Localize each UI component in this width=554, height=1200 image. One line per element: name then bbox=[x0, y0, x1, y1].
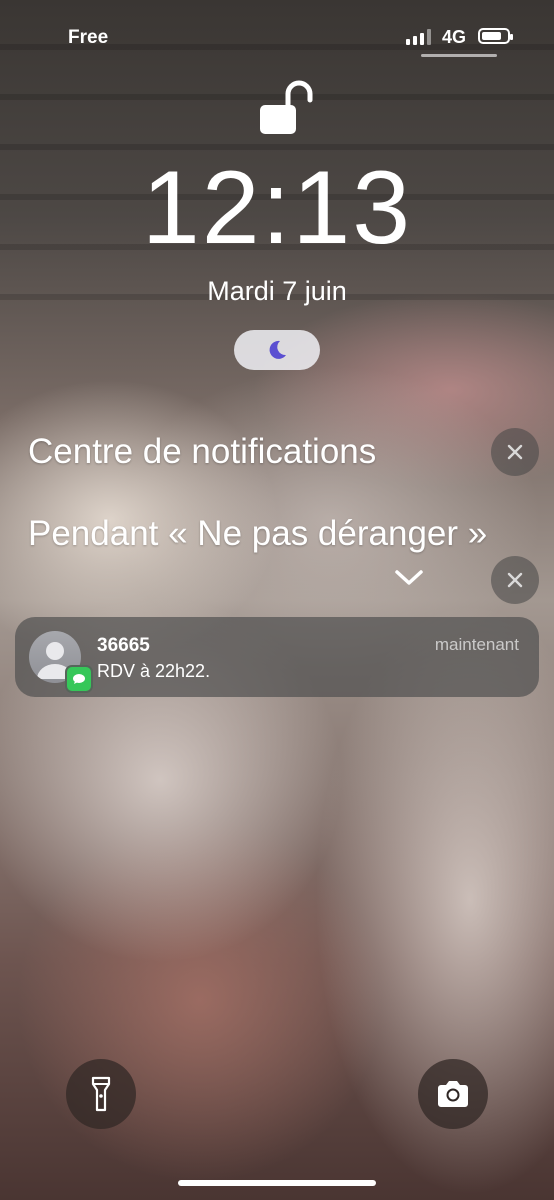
lock-screen: Free 4G 12:13 Mardi 7 juin Centre de not… bbox=[0, 0, 554, 1200]
network-type-label: 4G bbox=[442, 27, 467, 47]
control-center-indicator[interactable] bbox=[421, 54, 497, 57]
close-icon bbox=[507, 572, 523, 588]
close-notification-center-button[interactable] bbox=[491, 428, 539, 476]
focus-mode-indicator[interactable] bbox=[234, 330, 320, 370]
battery-icon bbox=[478, 28, 513, 44]
moon-icon bbox=[269, 340, 286, 359]
unlocked-padlock-icon bbox=[260, 80, 313, 134]
notification-time: maintenant bbox=[434, 635, 519, 654]
message-notification[interactable]: 36665 RDV à 22h22. maintenant bbox=[15, 617, 539, 697]
home-indicator[interactable] bbox=[178, 1180, 376, 1186]
flashlight-icon bbox=[91, 1076, 111, 1112]
flashlight-button[interactable] bbox=[66, 1059, 136, 1129]
notification-body: RDV à 22h22. bbox=[97, 661, 211, 681]
battery-fill bbox=[482, 32, 501, 40]
speech-bubble-icon bbox=[73, 674, 85, 684]
dnd-section-title: Pendant « Ne pas déranger » bbox=[28, 514, 488, 553]
close-icon bbox=[507, 444, 523, 460]
status-bar: Free 4G bbox=[0, 0, 554, 70]
notification-center-title: Centre de notifications bbox=[28, 432, 377, 471]
chevron-down-icon[interactable] bbox=[393, 568, 425, 588]
carrier-label: Free bbox=[68, 27, 109, 48]
notification-sender: 36665 bbox=[97, 635, 150, 656]
lock-date: Mardi 7 juin bbox=[207, 276, 347, 306]
lock-time: 12:13 bbox=[141, 150, 413, 266]
cellular-signal-icon bbox=[406, 29, 431, 45]
camera-button[interactable] bbox=[418, 1059, 488, 1129]
close-dnd-section-button[interactable] bbox=[491, 556, 539, 604]
camera-icon bbox=[438, 1081, 468, 1107]
messages-icon bbox=[65, 665, 93, 693]
